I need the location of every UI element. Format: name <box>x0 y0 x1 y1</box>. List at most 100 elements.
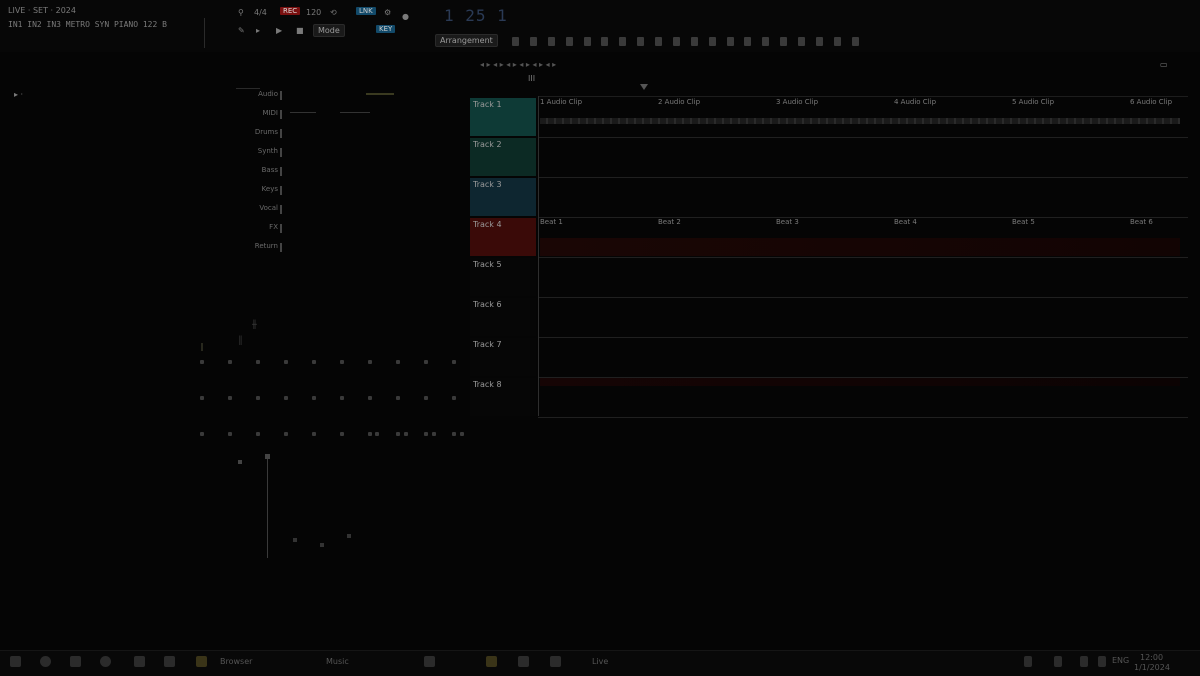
taskbar-item-label[interactable]: Live <box>592 657 608 666</box>
track-header[interactable]: Track 1 <box>470 98 536 136</box>
follow-icon[interactable]: ▸ <box>256 26 260 35</box>
device-fader-icon[interactable]: ╫ <box>252 320 257 329</box>
pad-icon[interactable] <box>452 360 456 364</box>
browser-icon[interactable] <box>424 656 435 667</box>
device-knob-icon[interactable]: ║ <box>238 336 243 345</box>
mode-button[interactable]: Mode <box>313 24 345 37</box>
arrangement-view-button[interactable]: Arrangement <box>435 34 498 47</box>
track-header[interactable]: Track 6 <box>470 298 536 336</box>
midi-clip[interactable] <box>540 238 1180 256</box>
pad-icon[interactable] <box>256 360 260 364</box>
pad-icon[interactable] <box>340 396 344 400</box>
track-header[interactable]: Track 2 <box>470 138 536 176</box>
pencil-icon[interactable] <box>529 37 537 46</box>
punch-icon[interactable] <box>762 37 770 46</box>
key-map-button[interactable]: KEY <box>376 25 396 33</box>
pad-icon[interactable] <box>424 396 428 400</box>
volume-icon[interactable] <box>1098 656 1106 667</box>
grid-icon[interactable] <box>655 37 662 46</box>
browser-collapse-icon[interactable]: ▸ · <box>14 90 23 99</box>
midi-clip[interactable] <box>540 378 1180 386</box>
pad-icon[interactable] <box>340 432 344 436</box>
pad-icon[interactable] <box>368 360 372 364</box>
browser-list-item[interactable]: Audio <box>222 90 278 104</box>
taskbar-item-label[interactable]: Music <box>326 657 349 666</box>
browser-list-item[interactable]: Synth <box>222 147 278 161</box>
pad-icon[interactable] <box>312 360 316 364</box>
track-header[interactable]: Track 7 <box>470 338 536 376</box>
browser-list-item[interactable]: MIDI <box>222 109 278 123</box>
pad-icon[interactable] <box>312 432 316 436</box>
pad-icon[interactable] <box>228 360 232 364</box>
pad-icon[interactable] <box>396 396 400 400</box>
envelope-point-icon[interactable] <box>320 543 324 547</box>
fade-icon[interactable] <box>708 37 716 46</box>
language-indicator[interactable]: ENG <box>1112 656 1129 665</box>
mute-icon[interactable] <box>583 37 591 46</box>
app-icon[interactable] <box>518 656 529 667</box>
playhead-icon[interactable] <box>640 84 648 90</box>
pad-icon[interactable] <box>256 396 260 400</box>
pad-icon[interactable] <box>460 432 464 436</box>
overdub-icon[interactable] <box>780 37 788 46</box>
pad-icon[interactable] <box>228 432 232 436</box>
overview-icon[interactable]: ▭ <box>1160 60 1168 69</box>
stop-icon[interactable]: ■ <box>296 26 304 35</box>
split-icon[interactable] <box>726 37 734 46</box>
fader-handle-icon[interactable] <box>238 460 242 464</box>
clock-time[interactable]: 12:00 <box>1140 653 1163 662</box>
loop-region-icon[interactable] <box>744 37 752 46</box>
loop-icon[interactable]: ⟲ <box>330 8 337 17</box>
track-lane[interactable] <box>538 258 1188 296</box>
pad-icon[interactable] <box>432 432 436 436</box>
pad-icon[interactable] <box>200 432 204 436</box>
link-button[interactable]: LNK <box>356 7 376 15</box>
track-lane[interactable] <box>538 178 1188 216</box>
envelope-point-icon[interactable] <box>293 538 297 542</box>
draw-mode-icon[interactable]: ✎ <box>238 26 245 35</box>
fader-handle-icon[interactable] <box>265 454 270 459</box>
session-icon[interactable] <box>815 37 823 46</box>
pad-icon[interactable] <box>284 396 288 400</box>
pad-icon[interactable] <box>228 396 232 400</box>
pad-icon[interactable] <box>200 396 204 400</box>
scissors-icon[interactable] <box>547 37 555 46</box>
zoom-icon[interactable] <box>601 37 609 46</box>
capture-icon[interactable] <box>798 37 805 46</box>
snap-icon[interactable] <box>637 37 645 46</box>
taskbar-item-label[interactable]: Browser <box>220 657 252 666</box>
pad-icon[interactable] <box>200 360 204 364</box>
meter-display[interactable]: 4/4 <box>254 8 267 17</box>
pad-icon[interactable] <box>396 432 400 436</box>
pad-icon[interactable] <box>396 360 400 364</box>
track-lane[interactable] <box>538 98 1188 136</box>
pad-icon[interactable] <box>424 360 428 364</box>
browser-list-item[interactable]: Keys <box>222 185 278 199</box>
waveform-clip[interactable] <box>540 118 1180 124</box>
windows-start-icon[interactable] <box>10 656 21 667</box>
app-icon[interactable] <box>486 656 497 667</box>
pad-icon[interactable] <box>368 396 372 400</box>
explorer-icon[interactable] <box>134 656 145 667</box>
pad-icon[interactable] <box>256 432 260 436</box>
fold-icon[interactable] <box>672 37 680 46</box>
clip-region-label[interactable]: Beat 3 <box>776 218 799 226</box>
fader-track[interactable] <box>267 458 268 558</box>
browser-list-item[interactable]: Return <box>222 242 278 256</box>
pad-icon[interactable] <box>340 360 344 364</box>
track-lane[interactable] <box>538 338 1188 376</box>
browser-list-item[interactable]: Vocal <box>222 204 278 218</box>
pad-icon[interactable] <box>284 432 288 436</box>
pad-icon[interactable] <box>404 432 408 436</box>
track-header[interactable]: Track 8 <box>470 378 536 416</box>
folder-icon[interactable] <box>196 656 207 667</box>
app-icon[interactable] <box>550 656 561 667</box>
glue-icon[interactable] <box>565 37 573 46</box>
clip-region-label[interactable]: Beat 5 <box>1012 218 1035 226</box>
clip-region-label[interactable]: Beat 1 <box>540 218 563 226</box>
ruler-controls[interactable]: ◂ ▸ ◂ ▸ ◂ ▸ ◂ ▸ ◂ ▸ ◂ ▸ <box>480 60 556 69</box>
clip-region-label[interactable]: Beat 6 <box>1130 218 1153 226</box>
pointer-icon[interactable] <box>512 37 519 46</box>
pad-icon[interactable] <box>368 432 372 436</box>
mail-icon[interactable] <box>164 656 175 667</box>
